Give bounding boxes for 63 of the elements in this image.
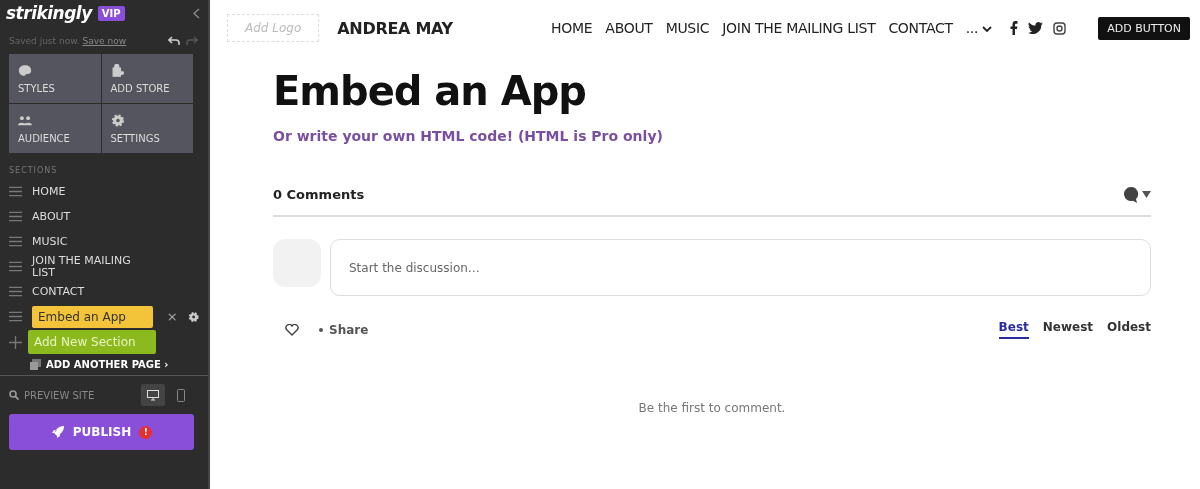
monitor-icon[interactable] [147, 389, 159, 401]
desktop-view-button[interactable] [141, 384, 165, 406]
nav-link[interactable]: HOME [551, 20, 593, 36]
people-icon [18, 113, 32, 127]
drag-handle-icon[interactable] [9, 311, 22, 322]
sort-tab[interactable]: Newest [1042, 320, 1094, 339]
palette-icon [18, 63, 32, 77]
add-page-link[interactable]: ADD ANOTHER PAGE › [46, 359, 169, 370]
add-button[interactable]: ADD BUTTON [1098, 16, 1190, 40]
facebook-icon[interactable] [1010, 21, 1019, 35]
heart-icon[interactable] [285, 323, 299, 336]
bird-icon[interactable] [1028, 22, 1044, 34]
nav-link[interactable]: ABOUT [605, 20, 653, 36]
plus-icon[interactable] [9, 335, 22, 349]
sections-heading: SECTIONS [8, 165, 59, 177]
dot-icon [319, 327, 323, 332]
nav-link[interactable]: CONTACT [888, 20, 953, 36]
sort-tab[interactable]: Best [998, 320, 1029, 339]
collapse-icon[interactable] [193, 7, 200, 19]
drag-handle-icon[interactable] [9, 186, 22, 197]
speech-bubble-icon[interactable] [1123, 186, 1139, 203]
section-item[interactable]: MUSIC [32, 235, 68, 248]
save-link[interactable]: Save now [82, 36, 127, 46]
drag-handle-icon[interactable] [9, 236, 22, 247]
settings-icon[interactable] [187, 310, 199, 323]
settings-icon [110, 113, 125, 127]
section-item[interactable]: Embed an App [32, 305, 153, 328]
page-subtitle: Or write your own HTML code! (HTML is Pro only) [273, 128, 664, 144]
empty-message: Be the first to comment. [637, 401, 787, 415]
camera-icon[interactable] [1053, 21, 1067, 35]
comment-field[interactable]: Start the discussion… [330, 239, 1151, 296]
shopping-bag-icon [110, 63, 125, 77]
search-icon [9, 390, 19, 400]
tool-tile[interactable]: STYLES [9, 54, 101, 103]
tool-tile[interactable]: AUDIENCE [9, 104, 101, 153]
remove-icon[interactable]: × [166, 309, 178, 324]
share-link[interactable]: Share [329, 322, 369, 337]
rocket-icon [50, 425, 65, 439]
drag-handle-icon[interactable] [9, 211, 22, 222]
section-item[interactable]: CONTACT [32, 285, 85, 298]
preview-link[interactable]: PREVIEW SITE [24, 389, 95, 401]
pages-icon [30, 359, 41, 370]
drag-handle-icon[interactable] [9, 261, 22, 272]
drag-handle-icon[interactable] [9, 286, 22, 297]
section-item[interactable]: ABOUT [32, 210, 71, 223]
more-menu[interactable]: ... [965, 20, 993, 36]
comment-count: 0 Comments [273, 187, 365, 202]
section-item[interactable]: JOIN THE MAILING LIST [32, 254, 152, 279]
page-title: Embed an App [273, 68, 587, 114]
tool-tile[interactable]: ADD STORE [101, 54, 193, 103]
publish-button[interactable]: PUBLISH ! [9, 414, 194, 450]
nav-link[interactable]: MUSIC [665, 20, 710, 36]
site-name[interactable]: ANDREA MAY [337, 18, 453, 38]
caret-icon[interactable] [1142, 191, 1151, 198]
brand-logo: strikingly [6, 3, 92, 23]
nav-link[interactable]: JOIN THE MAILING LIST [722, 20, 876, 36]
vip-badge: VIP [97, 5, 125, 21]
sort-tab[interactable]: Oldest [1107, 320, 1151, 339]
chevron-down-icon[interactable] [982, 26, 993, 33]
phone-icon[interactable] [177, 388, 185, 402]
undo-icon[interactable] [168, 36, 180, 46]
tool-tile[interactable]: SETTINGS [101, 104, 193, 153]
section-item[interactable]: HOME [32, 185, 66, 198]
